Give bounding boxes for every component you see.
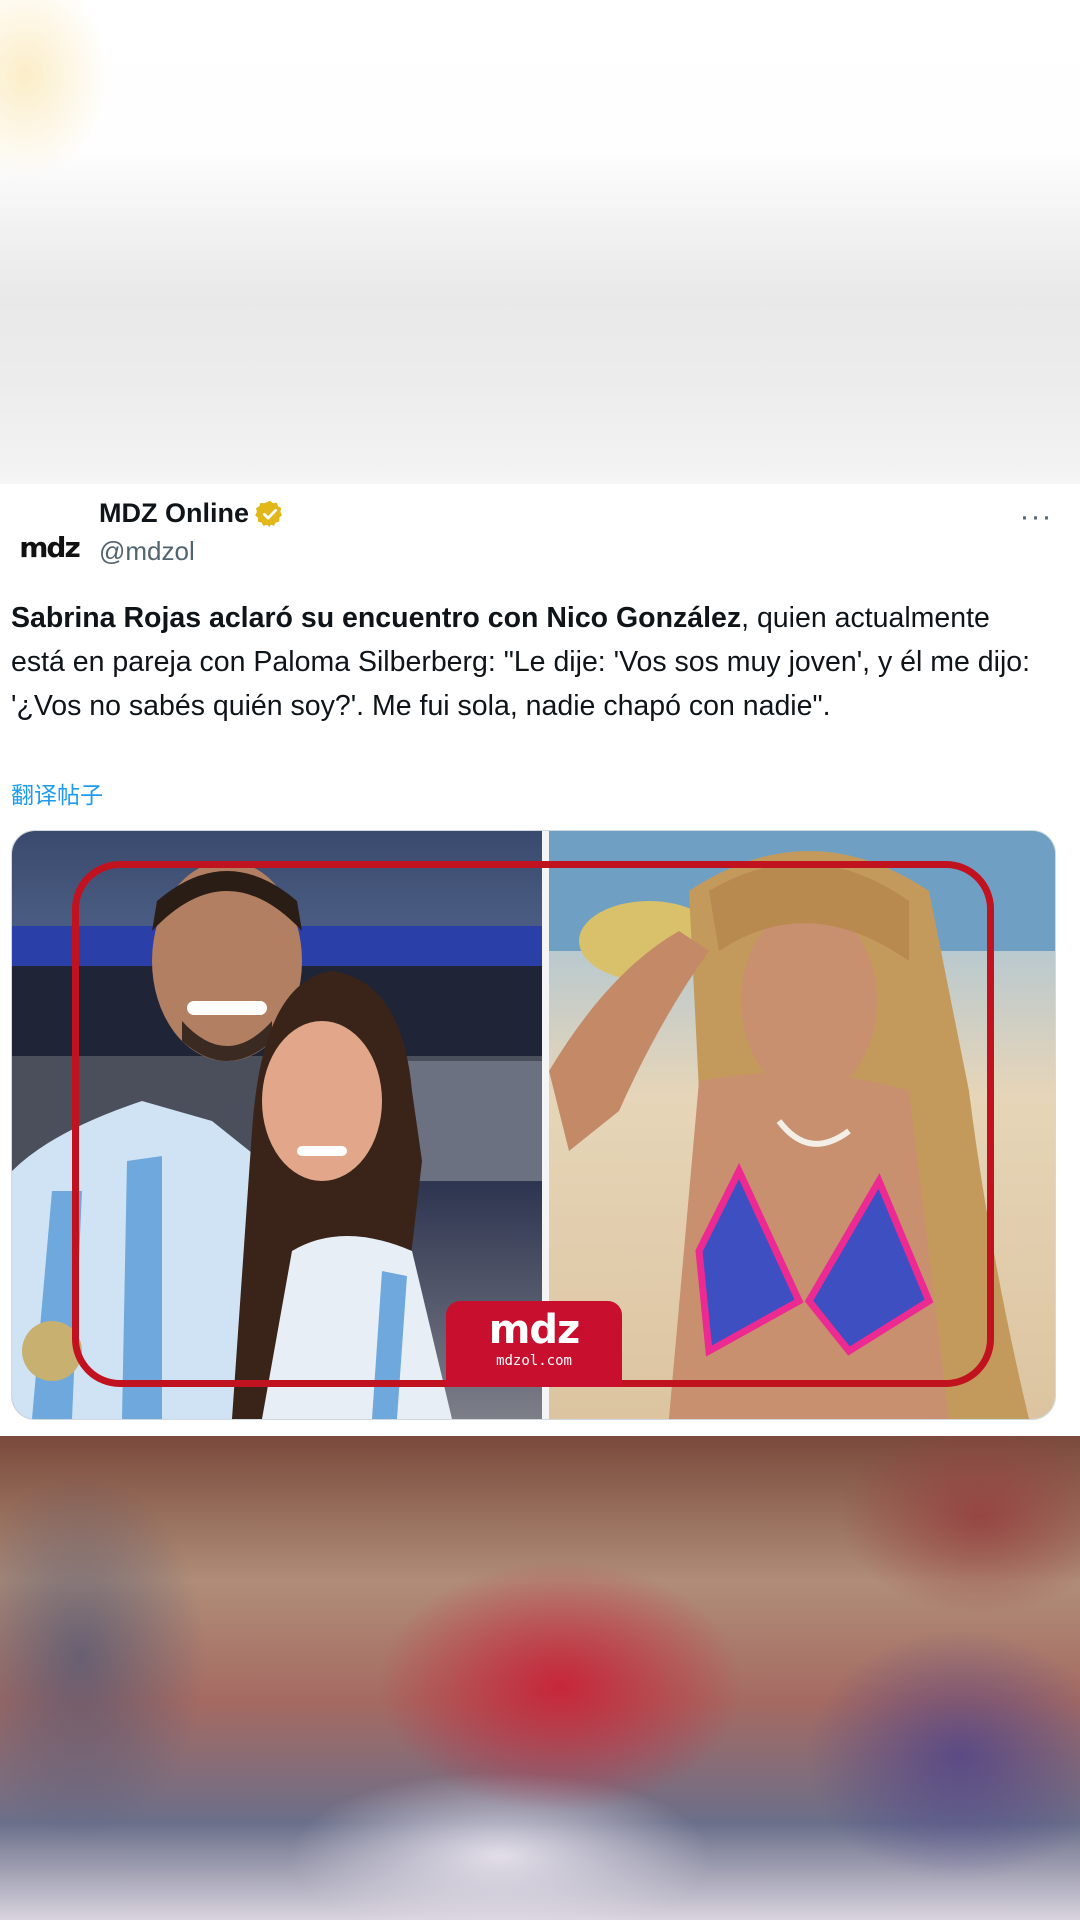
user-handle[interactable]: @mdzol <box>99 536 195 567</box>
mdz-watermark-logo: mdz mdzol.com <box>446 1301 622 1387</box>
blurred-previous-content <box>0 0 1080 484</box>
mdz-watermark-url: mdzol.com <box>496 1353 572 1369</box>
display-name-text: MDZ Online <box>99 498 249 528</box>
blurred-next-content <box>0 1436 1080 1920</box>
tweet-card[interactable]: mdz MDZ Online @mdzol ··· Sabrina Rojas … <box>0 484 1080 1436</box>
verified-badge-icon <box>255 500 282 527</box>
avatar-logo-text: mdz <box>19 530 80 564</box>
more-options-icon[interactable]: ··· <box>1016 502 1056 534</box>
tweet-text: Sabrina Rojas aclaró su encuentro con Ni… <box>11 596 1031 728</box>
display-name[interactable]: MDZ Online <box>99 498 285 529</box>
translate-post-link[interactable]: 翻译帖子 <box>11 776 103 810</box>
tweet-media[interactable]: mdz mdzol.com <box>11 830 1056 1420</box>
mdz-watermark-text: mdz <box>488 1307 581 1353</box>
tweet-text-bold: Sabrina Rojas aclaró su encuentro con Ni… <box>11 602 742 634</box>
avatar[interactable]: mdz <box>14 512 84 582</box>
